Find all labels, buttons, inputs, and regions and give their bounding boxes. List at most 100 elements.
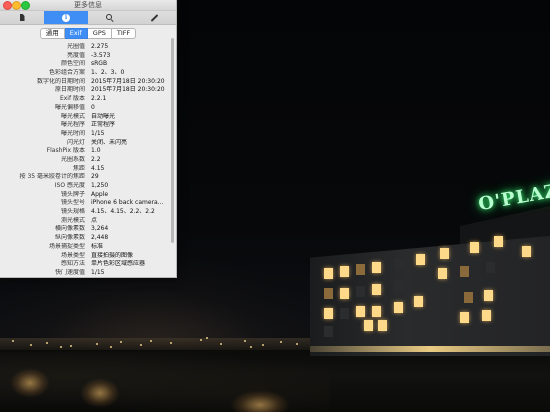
info-tabs: 通用 Exif GPS TIFF (0, 28, 176, 39)
lit-window (394, 302, 403, 313)
exif-key: 镜头型号 (60, 199, 85, 207)
exif-value: 关闭、未闪亮 (91, 138, 128, 146)
city-light (110, 346, 112, 348)
annotate-button[interactable] (132, 11, 176, 24)
info-icon: i (62, 13, 70, 22)
city-light (206, 337, 208, 339)
exif-row: 测光模式点 (0, 217, 168, 226)
exif-value: 1.0 (91, 147, 101, 155)
exif-row: 数字化的日期时间 2015年7月18日 20:30:20 (0, 78, 168, 87)
lit-window (378, 320, 387, 331)
exif-list: 光圈值 2.275 亮度值 -3.573 颜色空间 sRGB 色彩组合方案 1、2、3、0 数字… (0, 43, 176, 277)
street-light-glow (230, 390, 290, 412)
exif-row: 颜色空间 sRGB (0, 60, 168, 69)
lit-window (356, 306, 365, 317)
dark-window (394, 280, 403, 291)
exif-key: 亮度值 (66, 51, 85, 59)
exif-row: 快门速度值 1/15 (0, 268, 168, 277)
city-light (200, 339, 202, 341)
exif-key: 色彩组合方案 (48, 69, 85, 77)
tab-general[interactable]: 通用 (39, 28, 65, 39)
exif-value: 标准 (91, 242, 104, 250)
exif-key: 感知方法 (60, 260, 85, 268)
inspector-toolbar: i (0, 11, 176, 25)
exif-value: 2.2.1 (91, 95, 107, 103)
lit-window (464, 292, 473, 303)
city-light (46, 342, 48, 344)
tab-exif[interactable]: Exif (64, 28, 88, 39)
dark-window (394, 258, 403, 269)
city-light (120, 341, 122, 343)
ground-floor-lights (310, 346, 550, 352)
exif-value: 0 (91, 103, 95, 111)
exif-key: 数字化的日期时间 (36, 77, 85, 85)
city-light (12, 340, 14, 342)
exif-row: 光圈值 2.275 (0, 43, 168, 52)
scrollbar[interactable] (171, 38, 174, 243)
city-light (150, 340, 152, 342)
exif-value: 1/15 (91, 268, 105, 276)
lit-window (324, 268, 333, 279)
exif-value: 2015年7月18日 20:30:20 (91, 86, 165, 94)
tab-gps[interactable]: GPS (87, 28, 112, 39)
exif-key: 颜色空间 (60, 60, 85, 68)
lit-window (482, 310, 491, 321)
exif-value: 2.2 (91, 155, 101, 163)
exif-key: 测光模式 (60, 216, 85, 224)
exif-row: ISO 感光度 1,250 (0, 182, 168, 191)
exif-row: 镜头规格 4.15、4.15、2.2、2.2 (0, 208, 168, 217)
exif-value: 3,264 (91, 225, 109, 233)
exif-key: 镜头牌子 (60, 190, 85, 198)
exif-row: 光圈系数 2.2 (0, 156, 168, 165)
city-light (70, 345, 72, 347)
lit-window (324, 308, 333, 319)
exif-row: 镜头牌子 Apple (0, 191, 168, 200)
exif-key: 闪光灯 (66, 138, 85, 146)
lit-window (494, 236, 503, 247)
exif-row: 镜头型号 iPhone 6 back camera... (0, 199, 168, 208)
exif-value: 单片色彩区域感应器 (91, 260, 146, 268)
exif-key: 曝光程序 (60, 121, 85, 129)
exif-key: 光圈系数 (60, 155, 85, 163)
more-info-button[interactable]: i (44, 11, 88, 24)
exif-key: 曝光时间 (60, 129, 85, 137)
title-bar: 更多信息 (0, 0, 176, 11)
lit-window (372, 306, 381, 317)
exif-key: 快门速度值 (54, 268, 85, 276)
city-light (296, 343, 298, 345)
exif-row: 原日期时间 2015年7月18日 20:30:20 (0, 86, 168, 95)
exif-value: 2.275 (91, 43, 109, 50)
exif-key: FlashPix 版本 (46, 147, 85, 155)
street-light-glow (10, 368, 50, 398)
exif-value: 点 (91, 216, 98, 224)
lit-window (460, 312, 469, 323)
exif-key: 焦距 (72, 164, 85, 172)
exif-value: 29 (91, 173, 99, 181)
exif-row: 感知方法 单片色彩区域感应器 (0, 260, 168, 269)
city-light (140, 344, 142, 346)
city-light (280, 341, 282, 343)
lit-window (522, 246, 531, 257)
exif-value: Apple (91, 190, 109, 198)
info-panel: 更多信息 i 通用 Exif GPS TIFF 光圈值 2.275 亮度值 -3.57… (0, 0, 177, 278)
city-light (250, 346, 252, 348)
exif-key: 横向像素数 (54, 225, 85, 233)
exif-value: 2,448 (91, 234, 109, 242)
exif-value: 1、2、3、0 (91, 69, 125, 77)
search-button[interactable] (88, 11, 132, 24)
exif-row: 焦距 4.15 (0, 165, 168, 174)
lit-window (372, 284, 381, 295)
city-light (96, 343, 98, 345)
exif-key: 光圈值 (66, 43, 85, 50)
exif-key: 按 35 毫米胶卷计的焦距 (19, 173, 85, 181)
exif-row: 场景捕捉类型 标准 (0, 243, 168, 252)
exif-row: 亮度值 -3.573 (0, 52, 168, 61)
exif-key: 镜头规格 (60, 208, 85, 216)
dark-window (340, 308, 349, 319)
tab-tiff[interactable]: TIFF (111, 28, 137, 39)
general-info-button[interactable] (0, 11, 44, 24)
lit-window (356, 264, 365, 275)
exif-value: iPhone 6 back camera... (91, 199, 164, 207)
city-light (60, 346, 62, 348)
exif-row: 曝光程序 正常程序 (0, 121, 168, 130)
